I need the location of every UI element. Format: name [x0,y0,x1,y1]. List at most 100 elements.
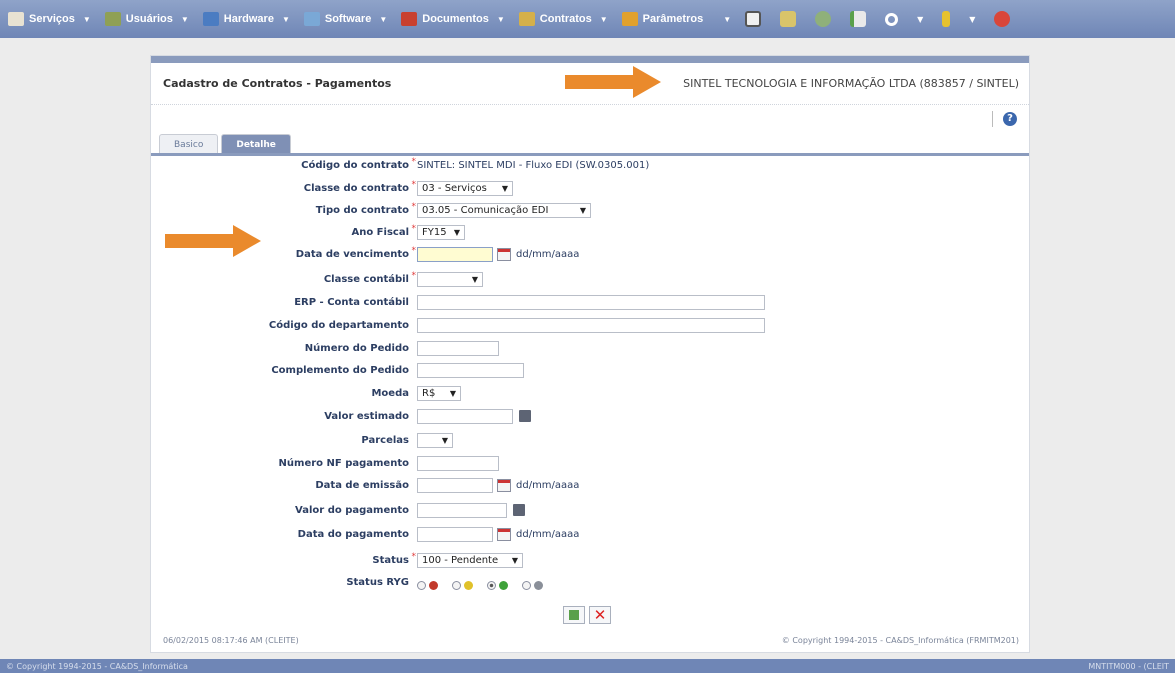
required-marker: * [411,270,417,281]
ryg-red-option[interactable] [417,580,442,590]
payment-value-input[interactable] [417,502,507,518]
calculator-icon[interactable] [513,504,525,516]
menu-label: Documentos [422,13,489,25]
row-complemento: Complemento do Pedido [151,360,524,380]
currency-select[interactable]: R$ ▼ [417,385,461,401]
label: Tipo do contrato * [151,202,416,216]
help-icon[interactable]: ? [1003,112,1017,126]
search-icon[interactable] [885,12,899,26]
due-date-input[interactable] [417,246,493,262]
label-text: Moeda [371,387,409,399]
payment-date-input[interactable] [417,526,493,542]
installments-select[interactable]: ▼ [417,432,453,448]
label-text: Status [372,554,409,566]
menu-usuarios[interactable]: Usuários ▼ [104,12,189,26]
accounting-class-select[interactable]: ▼ [417,271,483,287]
label-text: Valor do pagamento [295,504,409,516]
gear-icon[interactable] [815,11,832,27]
department-code-input[interactable] [417,317,765,333]
tab-detalhe[interactable]: Detalhe [221,134,291,154]
save-button[interactable] [563,606,585,624]
row-classe: Classe do contrato * 03 - Serviços ▼ [151,178,513,198]
label: Valor do pagamento [151,505,409,516]
timestamp: 06/02/2015 08:17:46 AM (CLEITE) [163,636,299,645]
menu-documentos[interactable]: Documentos ▼ [401,12,505,26]
menu-label: Contratos [539,13,592,25]
label-text: ERP - Conta contábil [294,296,409,308]
gray-dot-icon [534,580,543,590]
label: Parcelas [151,435,409,446]
calendar-icon[interactable] [497,527,511,541]
menu-servicos[interactable]: Serviços ▼ [8,12,91,26]
status-select[interactable]: 100 - Pendente ▼ [417,552,523,568]
note-icon[interactable] [780,11,797,27]
label: Data de emissão [151,480,409,491]
chevron-down-icon[interactable]: ▼ [917,15,923,24]
row-status-ryg: Status RYG [151,572,557,592]
label-text: Número NF pagamento [278,457,409,469]
company-name: SINTEL TECNOLOGIA E INFORMAÇÃO LTDA (883… [683,77,1019,90]
top-menu-bar: Serviços ▼ Usuários ▼ Hardware ▼ Software ▼ … [0,0,1175,38]
chevron-down-icon: ▼ [496,14,505,24]
calculator-icon[interactable] [519,410,531,422]
chevron-down-icon[interactable]: ▼ [969,15,975,24]
chevron-down-icon: ▼ [453,227,460,237]
estimated-value-input[interactable] [417,408,513,424]
close-icon[interactable] [994,11,1011,27]
erp-account-input[interactable] [417,294,765,310]
tab-basico[interactable]: Basico [159,134,219,154]
label: Número NF pagamento [151,458,409,469]
red-dot-icon [429,580,438,590]
calendar-icon[interactable] [497,247,511,261]
menu-label: Serviços [29,13,75,25]
ryg-gray-option[interactable] [522,580,547,590]
radio-button[interactable] [522,580,531,590]
form-actions: ✕ [563,606,615,624]
contract-class-select[interactable]: 03 - Serviços ▼ [417,180,513,196]
monitor-icon[interactable] [745,11,762,27]
cancel-button[interactable]: ✕ [589,606,611,624]
menu-hardware[interactable]: Hardware ▼ [202,12,290,26]
chevron-down-icon: ▼ [471,274,478,284]
export-icon[interactable] [850,11,867,27]
parameters-icon [621,12,638,26]
label-text: Tipo do contrato [315,204,409,216]
radio-button[interactable] [417,580,426,590]
label: ERP - Conta contábil [151,297,409,308]
calendar-icon[interactable] [497,478,511,492]
row-pedido: Número do Pedido [151,338,499,358]
page-title: Cadastro de Contratos - Pagamentos [163,77,392,90]
radio-button[interactable] [487,580,496,590]
chevron-down-icon: ▼ [449,388,456,398]
bottle-icon[interactable] [942,11,951,27]
row-departamento: Código do departamento [151,315,765,335]
required-marker: * [411,179,417,190]
menu-contratos[interactable]: Contratos ▼ [518,12,608,26]
menu-software[interactable]: Software ▼ [303,12,387,26]
close-icon: ✕ [593,606,607,624]
row-data-pagamento: Data do pagamento dd/mm/aaaa [151,524,579,544]
radio-button[interactable] [452,580,461,590]
order-number-input[interactable] [417,340,499,356]
ryg-yellow-option[interactable] [452,580,477,590]
copyright-text: © Copyright 1994-2015 - CA&DS_Informátic… [781,636,1019,645]
menu-parametros[interactable]: Parâmetros ▼ [621,12,731,26]
chevron-down-icon: ▼ [281,14,290,24]
date-format-hint: dd/mm/aaaa [516,479,580,491]
users-icon [104,12,121,26]
label: Código do departamento [151,320,409,331]
contracts-icon [518,12,535,26]
contract-type-select[interactable]: 03.05 - Comunicação EDI ▼ [417,202,591,218]
invoice-number-input[interactable] [417,455,499,471]
issue-date-input[interactable] [417,477,493,493]
fiscal-year-select[interactable]: FY15 ▼ [417,224,465,240]
order-complement-input[interactable] [417,362,524,378]
row-nf: Número NF pagamento [151,453,499,473]
row-tipo: Tipo do contrato * 03.05 - Comunicação ED… [151,200,591,220]
row-valor-pagamento: Valor do pagamento [151,500,525,520]
required-marker: * [411,245,417,256]
chevron-down-icon: ▼ [579,205,586,215]
menu-label: Software [324,13,372,25]
ryg-green-option[interactable] [487,580,512,590]
contract-code-value: SINTEL: SINTEL MDI - Fluxo EDI (SW.0305.… [417,159,650,171]
